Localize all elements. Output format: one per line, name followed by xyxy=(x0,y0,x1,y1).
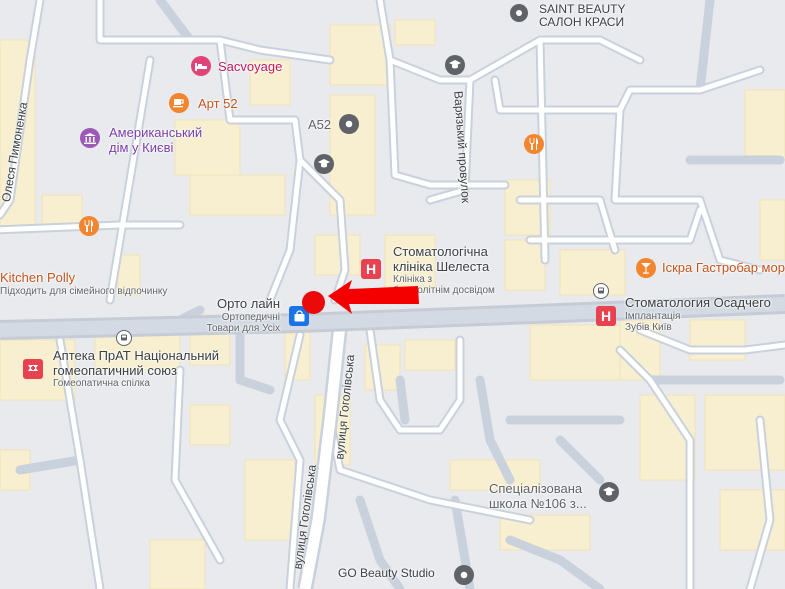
map-view[interactable]: Олеся Пимоненка Варязький провулок вулиц… xyxy=(0,0,785,589)
hospital-h-icon[interactable]: H xyxy=(361,259,381,279)
poi-label-american-house-line1: Американський xyxy=(109,125,203,140)
bus-stop-icon[interactable] xyxy=(593,283,609,299)
poi-label-stoma-osadchego-title: Стоматология Осадчего xyxy=(625,295,771,310)
poi-label-art52[interactable]: Арт 52 xyxy=(198,96,238,112)
fork-knife-icon[interactable] xyxy=(79,216,99,236)
poi-label-american-house[interactable]: Американський дім у Києві xyxy=(109,125,203,155)
landmark-icon[interactable] xyxy=(454,565,474,585)
poi-label-orto-lain-sub2: Товари для Усіх xyxy=(206,322,280,334)
poi-label-kitchen-polly-title: Kitchen Polly xyxy=(0,270,76,285)
poi-label-apteka-line1: Аптека ПрАТ Національний xyxy=(53,348,219,363)
graduation-cap-icon[interactable] xyxy=(445,55,465,75)
landmark-icon[interactable] xyxy=(510,4,528,22)
graduation-cap-icon[interactable] xyxy=(314,154,334,174)
pharmacy-icon[interactable] xyxy=(23,359,43,379)
poi-label-stoma-osadchego-sub1: Імплантація xyxy=(625,310,681,322)
poi-label-sacvoyage[interactable]: Sacvoyage xyxy=(218,59,282,75)
graduation-cap-icon[interactable] xyxy=(599,482,619,502)
poi-label-a52[interactable]: A52 xyxy=(308,117,331,133)
coffee-cup-icon[interactable] xyxy=(169,93,189,113)
poi-label-school-line1: Спеціалізована xyxy=(489,481,583,496)
poi-label-go-beauty[interactable]: GO Beauty Studio xyxy=(338,566,435,580)
selected-location-marker[interactable] xyxy=(302,291,325,314)
cocktail-icon[interactable] xyxy=(636,258,656,278)
landmark-icon[interactable] xyxy=(339,114,359,134)
poi-label-apteka[interactable]: Аптека ПрАТ Національний гомеопатичний с… xyxy=(53,348,219,390)
poi-label-stoma-shelest-line2: клініка Шелеста xyxy=(393,258,490,274)
poi-label-school[interactable]: Спеціалізована школа №106 з... xyxy=(489,481,587,511)
poi-label-orto-lain-sub1: Ортопедичні xyxy=(221,311,280,323)
poi-label-american-house-line2: дім у Києві xyxy=(109,139,174,155)
poi-label-saint-beauty[interactable]: SAINT BEAUTY САЛОН КРАСИ xyxy=(539,2,649,30)
poi-label-stoma-osadchego-sub2: Зубів Київ xyxy=(625,321,672,333)
poi-label-kitchen-polly[interactable]: Kitchen Polly Підходить для сімейного ві… xyxy=(0,270,168,297)
poi-label-apteka-sub: Гомеопатична спілка xyxy=(53,378,150,390)
fork-knife-icon[interactable] xyxy=(524,134,544,154)
poi-label-orto-lain-title: Орто лайн xyxy=(217,296,280,311)
poi-label-apteka-line2: гомеопатичний союз xyxy=(53,362,177,378)
poi-label-stoma-osadchego[interactable]: Стоматология Осадчего Імплантація Зубів … xyxy=(625,295,771,333)
bus-stop-icon[interactable] xyxy=(116,330,132,346)
red-arrow-annotation xyxy=(328,280,419,314)
bed-icon[interactable] xyxy=(191,56,211,76)
museum-icon[interactable] xyxy=(80,128,100,148)
poi-label-orto-lain[interactable]: Орто лайн Ортопедичні Товари для Усіх xyxy=(194,296,280,334)
poi-label-school-line2: школа №106 з... xyxy=(489,495,587,511)
poi-label-iskra[interactable]: Іскра Гастробар морепродуктів xyxy=(662,260,785,276)
poi-label-kitchen-polly-sub: Підходить для сімейного відпочинку xyxy=(0,285,168,297)
hospital-h-icon[interactable]: H xyxy=(596,306,616,326)
poi-label-stoma-shelest-line1: Стоматологічна xyxy=(393,244,488,259)
